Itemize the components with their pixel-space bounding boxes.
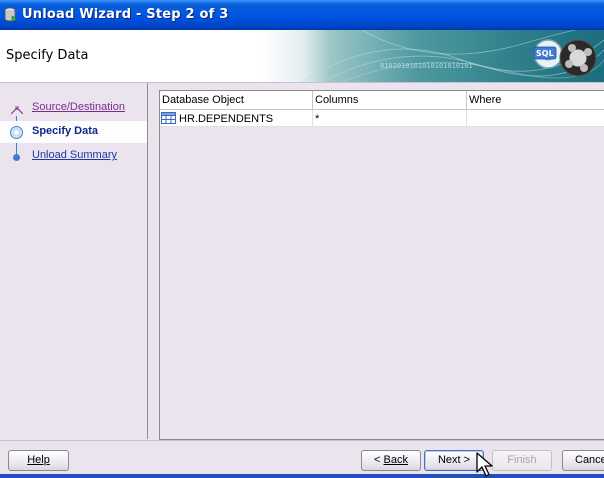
window-title: Unload Wizard - Step 2 of 3 [22,7,229,22]
cancel-button[interactable]: Cancel [562,450,604,471]
table-header: Database Object Columns Where [160,91,604,110]
step-specify-data[interactable]: Specify Data [0,121,147,143]
step-pending-icon [13,154,20,161]
step-unload-summary-label[interactable]: Unload Summary [32,149,117,161]
table-icon [161,112,176,124]
finish-button-label: Finish [507,454,537,466]
mouse-pointer-icon [476,452,493,477]
database-object-value: HR.DEPENDENTS [179,113,274,125]
specify-data-table[interactable]: Database Object Columns Where HR.DEPENDE… [159,90,604,440]
window-titlebar[interactable]: Unload Wizard - Step 2 of 3 [0,0,604,30]
wizard-header: Specify Data 0101010101010101010101 SQL [0,30,604,82]
column-header-where[interactable]: Where [467,91,604,110]
cancel-button-label: Cancel [575,454,604,466]
cell-columns[interactable]: * [313,110,467,127]
cell-where[interactable] [467,110,604,127]
back-button-prefix: < [374,454,384,466]
wizard-step-list: Source/Destination Specify Data Unload S… [0,83,148,439]
table-row[interactable]: HR.DEPENDENTS * [160,110,604,127]
column-header-database-object[interactable]: Database Object [160,91,313,110]
column-header-columns[interactable]: Columns [313,91,467,110]
step-current-icon [10,126,23,139]
footer-divider [0,440,604,441]
step-complete-icon [11,106,23,114]
step-unload-summary[interactable]: Unload Summary [0,145,147,167]
sql-badge-text: SQL [536,49,554,58]
page-title: Specify Data [6,48,89,63]
next-button[interactable]: Next > [424,450,484,471]
finish-button[interactable]: Finish [492,450,552,471]
window-bottom-border [0,474,604,478]
step-source-destination[interactable]: Source/Destination [0,97,147,119]
back-button[interactable]: < Back [361,450,421,471]
database-wizard-icon [4,7,18,23]
help-button[interactable]: Help [8,450,69,471]
banner-binary-text: 0101010101010101010101 [380,62,473,70]
step-specify-data-label: Specify Data [32,125,99,137]
header-banner-graphic: 0101010101010101010101 SQL [262,30,604,82]
next-button-label: Next > [437,454,471,466]
help-button-label: Help [27,454,50,466]
cell-database-object[interactable]: HR.DEPENDENTS [160,110,313,127]
back-button-label: Back [383,454,408,466]
step-source-destination-label[interactable]: Source/Destination [32,101,125,113]
